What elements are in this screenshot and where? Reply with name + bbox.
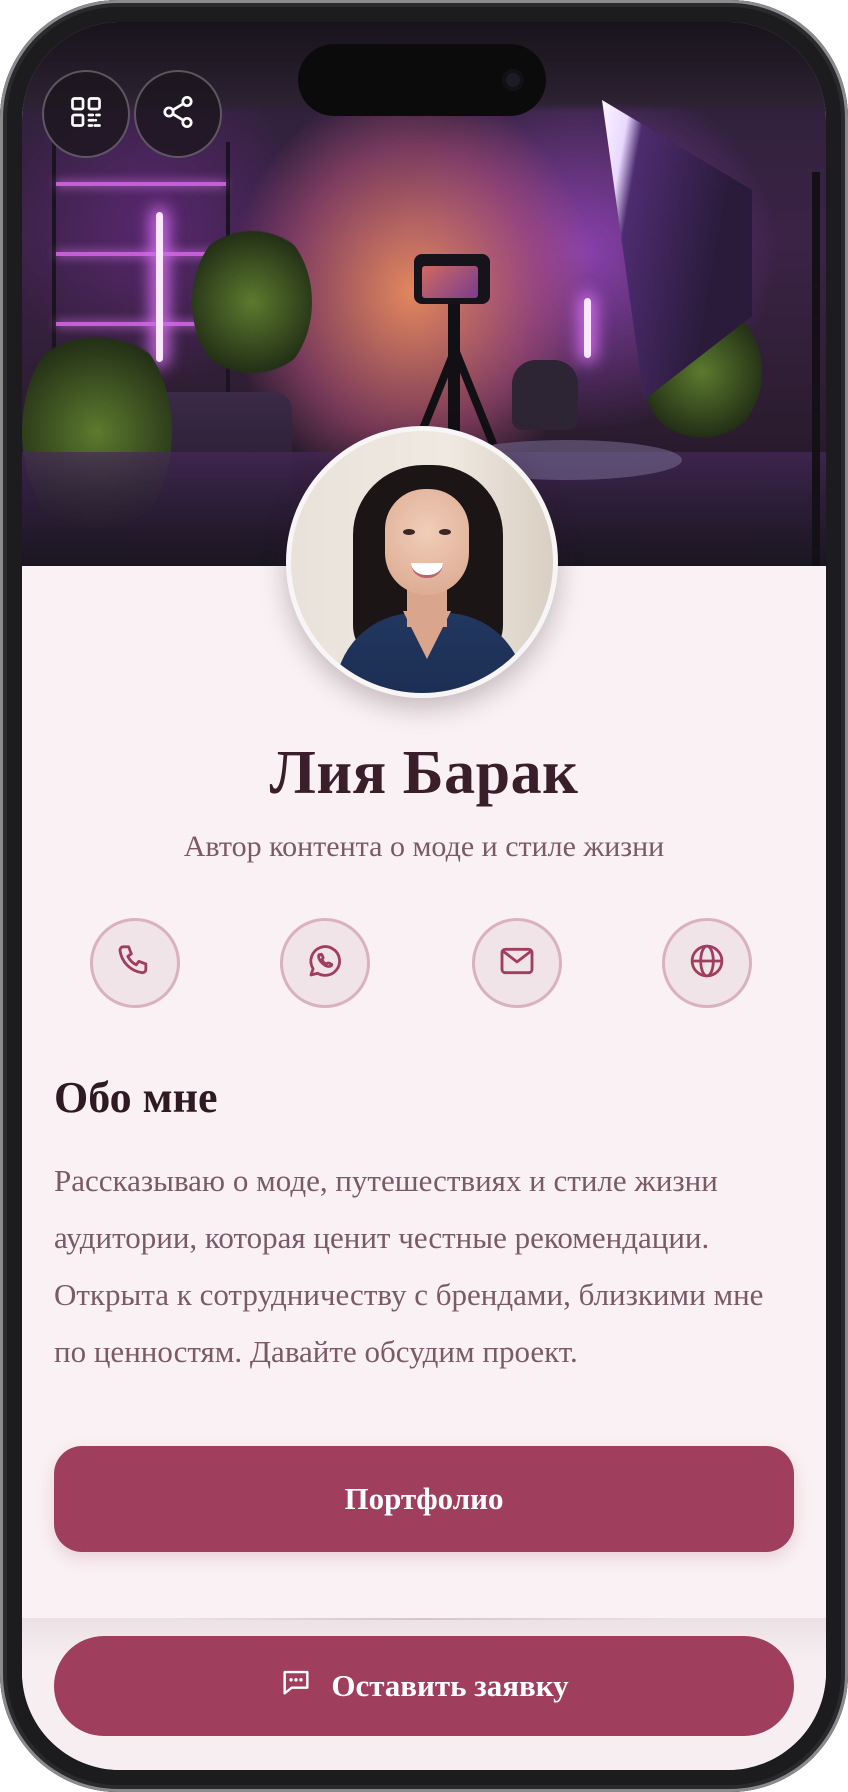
mail-icon — [497, 941, 537, 986]
about-title: Обо мне — [54, 1073, 218, 1122]
share-button[interactable] — [134, 70, 222, 158]
request-button[interactable]: Оставить заявку — [54, 1636, 794, 1736]
qr-code-icon — [68, 94, 104, 135]
profile-name: Лия Барак — [269, 739, 579, 807]
request-button-label: Оставить заявку — [331, 1668, 569, 1703]
qr-code-button[interactable] — [42, 70, 130, 158]
profile-subtitle: Автор контента о моде и стиле жизни — [183, 830, 665, 863]
about-text: Рассказываю о моде, путешествиях и стиле… — [54, 1163, 764, 1369]
whatsapp-icon — [304, 940, 346, 987]
whatsapp-button[interactable] — [280, 918, 370, 1008]
email-button[interactable] — [472, 918, 562, 1008]
screen: Лия Барак Автор контента о моде и стиле … — [22, 22, 826, 1770]
phone-button[interactable] — [90, 918, 180, 1008]
phone-frame: Лия Барак Автор контента о моде и стиле … — [0, 0, 848, 1792]
globe-icon — [686, 940, 728, 987]
contact-buttons — [22, 918, 826, 1014]
portfolio-button-label: Портфолио — [344, 1481, 504, 1516]
portfolio-button[interactable]: Портфолио — [54, 1446, 794, 1552]
website-button[interactable] — [662, 918, 752, 1008]
dynamic-island — [298, 44, 546, 116]
share-icon — [160, 94, 196, 135]
message-icon — [279, 1665, 313, 1707]
avatar — [286, 426, 558, 698]
phone-icon — [115, 941, 155, 986]
